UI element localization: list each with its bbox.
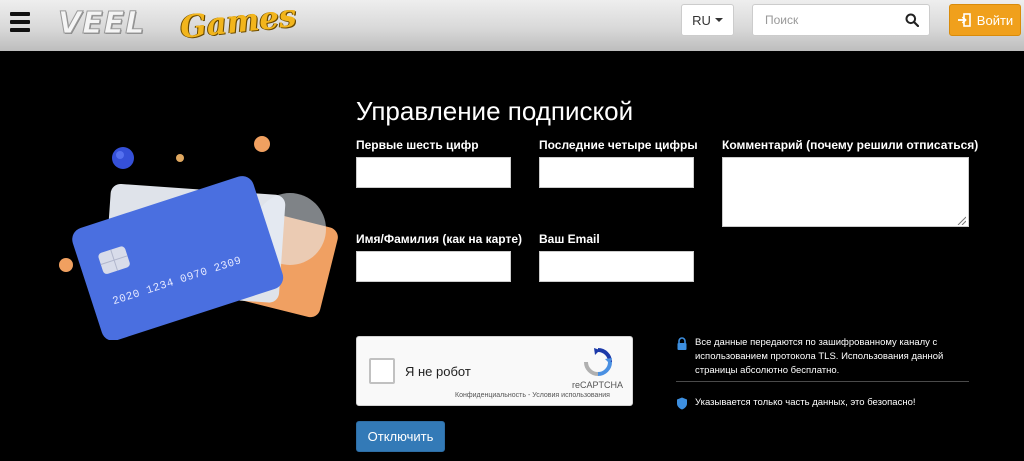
- blue-ball-decoration: [112, 147, 134, 169]
- last-digits-label: Последние четыре цифры: [539, 138, 698, 152]
- shield-icon: [677, 397, 687, 410]
- recaptcha-brand: reCAPTCHA: [572, 380, 624, 390]
- recaptcha-label: Я не робот: [405, 364, 471, 379]
- coin-decoration: [254, 136, 270, 152]
- logo-text-games: Games: [178, 0, 299, 46]
- resize-grip-icon[interactable]: [957, 216, 966, 225]
- name-input[interactable]: [356, 251, 511, 282]
- terms-link[interactable]: Условия использования: [532, 392, 610, 399]
- logo-text-veel: VEEL: [57, 6, 146, 42]
- login-label: Войти: [976, 12, 1014, 28]
- partial-data-info-text: Указывается только часть данных, это без…: [695, 397, 916, 408]
- recaptcha-links: Конфиденциальность - Условия использован…: [455, 392, 610, 399]
- lock-icon: [677, 337, 687, 350]
- unsubscribe-button[interactable]: Отключить: [356, 421, 445, 452]
- info-divider: [676, 381, 969, 382]
- language-dropdown[interactable]: RU: [681, 4, 734, 36]
- search-icon[interactable]: [905, 13, 919, 27]
- credit-card-illustration: 2020 1234 0970 2309: [59, 136, 338, 340]
- comment-label: Комментарий (почему решили отписаться): [722, 138, 979, 152]
- email-label: Ваш Email: [539, 232, 600, 246]
- login-button[interactable]: Войти: [949, 4, 1021, 36]
- recaptcha-checkbox[interactable]: [369, 358, 395, 384]
- search-box: [752, 4, 930, 36]
- search-input[interactable]: [753, 5, 898, 35]
- first-digits-label: Первые шесть цифр: [356, 138, 479, 152]
- menu-icon[interactable]: [10, 12, 30, 34]
- comment-textarea[interactable]: [722, 157, 969, 227]
- language-label: RU: [692, 12, 711, 28]
- recaptcha-logo-icon: [584, 348, 612, 376]
- page-title: Управление подпиской: [356, 96, 634, 126]
- link-separator: -: [527, 392, 531, 399]
- email-input[interactable]: [539, 251, 694, 282]
- caret-down-icon: [714, 18, 723, 22]
- privacy-link[interactable]: Конфиденциальность: [455, 392, 526, 399]
- name-label: Имя/Фамилия (как на карте): [356, 232, 523, 246]
- blue-ball-decoration: [116, 151, 124, 159]
- security-info-text: Все данные передаются по зашифрованному …: [695, 337, 944, 376]
- last-digits-input[interactable]: [539, 157, 694, 188]
- sign-in-icon: [957, 13, 971, 27]
- coin-decoration: [59, 258, 73, 272]
- small-dot-decoration: [176, 154, 184, 162]
- recaptcha-widget: Я не робот reCAPTCHA Конфиденциальность …: [356, 336, 633, 406]
- top-header: VEEL Games RU Войти: [0, 0, 1024, 51]
- first-digits-input[interactable]: [356, 157, 511, 188]
- site-logo[interactable]: VEEL Games: [57, 0, 298, 52]
